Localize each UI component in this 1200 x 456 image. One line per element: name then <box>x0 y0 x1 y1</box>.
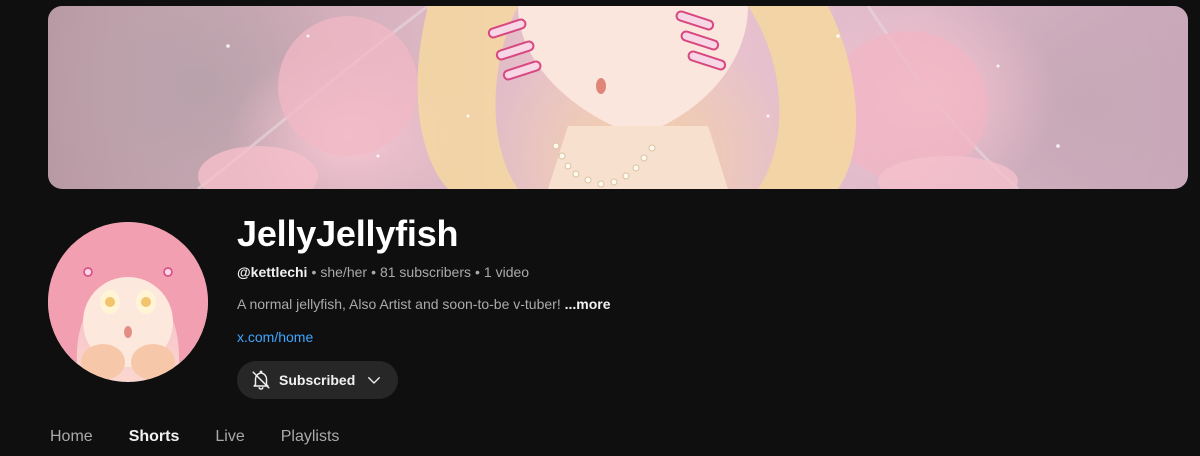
subscribed-button[interactable]: Subscribed <box>237 361 398 399</box>
channel-meta: @kettlechi • she/her • 81 subscribers • 1 vide… <box>237 264 529 280</box>
channel-tabs: Home Shorts Live Playlists <box>32 420 357 456</box>
description-text: A normal jellyfish, Also Artist and soon… <box>237 296 561 312</box>
chevron-down-icon <box>365 371 383 389</box>
tab-playlists[interactable]: Playlists <box>263 420 358 456</box>
tab-home[interactable]: Home <box>32 420 111 456</box>
meta-separator: • <box>475 264 480 280</box>
channel-pronouns: she/her <box>320 264 368 280</box>
channel-description[interactable]: A normal jellyfish, Also Artist and soon… <box>237 296 611 312</box>
avatar-illustration <box>48 222 208 382</box>
channel-handle: @kettlechi <box>237 264 308 280</box>
subscriber-count: 81 subscribers <box>379 264 472 280</box>
channel-avatar[interactable] <box>48 222 208 382</box>
channel-banner <box>48 6 1188 189</box>
tab-shorts[interactable]: Shorts <box>111 420 198 456</box>
banner-illustration <box>197 6 1060 189</box>
channel-page: JellyJellyfish @kettlechi • she/her • 81 sub… <box>0 0 1200 456</box>
meta-separator: • <box>371 264 376 280</box>
bell-off-icon <box>250 369 272 391</box>
subscribed-label: Subscribed <box>279 372 356 388</box>
channel-external-link[interactable]: x.com/home <box>237 329 313 345</box>
tab-live[interactable]: Live <box>197 420 262 456</box>
video-count: 1 video <box>483 264 530 280</box>
channel-name: JellyJellyfish <box>237 213 459 254</box>
more-link[interactable]: ...more <box>565 296 611 312</box>
meta-separator: • <box>311 264 317 280</box>
